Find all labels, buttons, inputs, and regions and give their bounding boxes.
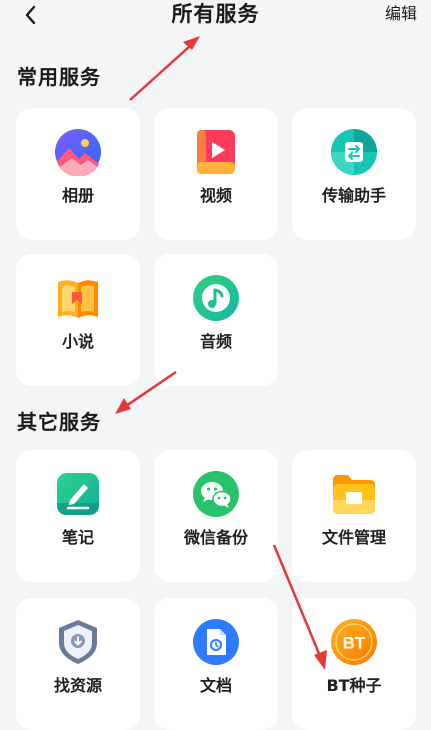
- service-label: 小说: [61, 332, 94, 351]
- audio-music-icon: [193, 275, 239, 321]
- novel-book-icon: [58, 280, 98, 318]
- find-resources-shield-icon: [59, 620, 97, 664]
- service-card-transfer[interactable]: 传输助手: [292, 108, 416, 240]
- service-label: 视频: [199, 186, 232, 205]
- service-label: 音频: [199, 332, 232, 351]
- photo-album-icon: [55, 129, 101, 176]
- service-label: 微信备份: [183, 528, 248, 547]
- service-card-file-manager[interactable]: 文件管理: [292, 450, 416, 582]
- service-card-document[interactable]: 文档: [154, 598, 278, 730]
- file-folder-icon: [333, 475, 375, 514]
- document-icon: [193, 619, 239, 665]
- section-title-other: 其它服务: [17, 410, 101, 434]
- service-label: 笔记: [61, 528, 94, 547]
- service-label: 传输助手: [321, 186, 386, 205]
- service-card-wechat-backup[interactable]: 微信备份: [154, 450, 278, 582]
- header-bar: 所有服务 编辑: [0, 0, 431, 30]
- service-card-find-resources[interactable]: 找资源: [16, 598, 140, 730]
- service-label: 文件管理: [321, 528, 386, 547]
- service-card-notes[interactable]: 笔记: [16, 450, 140, 582]
- service-card-album[interactable]: 相册: [16, 108, 140, 240]
- edit-button[interactable]: 编辑: [385, 3, 417, 25]
- service-label: BT种子: [326, 676, 382, 695]
- service-card-bt-torrent[interactable]: BT BT种子: [292, 598, 416, 730]
- service-card-audio[interactable]: 音频: [154, 254, 278, 386]
- service-card-video[interactable]: 视频: [154, 108, 278, 240]
- video-icon: [197, 130, 235, 174]
- service-label: 文档: [199, 676, 232, 695]
- bt-torrent-icon: BT: [331, 619, 377, 665]
- notes-pen-icon: [57, 473, 99, 515]
- annotation-arrow-title: [129, 36, 200, 101]
- section-title-common: 常用服务: [17, 65, 101, 89]
- page-title: 所有服务: [171, 2, 260, 26]
- bt-icon-text: BT: [343, 634, 366, 653]
- service-label: 相册: [61, 186, 94, 205]
- wechat-backup-icon: [193, 471, 239, 517]
- service-card-novel[interactable]: 小说: [16, 254, 140, 386]
- transfer-assistant-icon: [331, 129, 377, 175]
- service-label: 找资源: [53, 676, 102, 695]
